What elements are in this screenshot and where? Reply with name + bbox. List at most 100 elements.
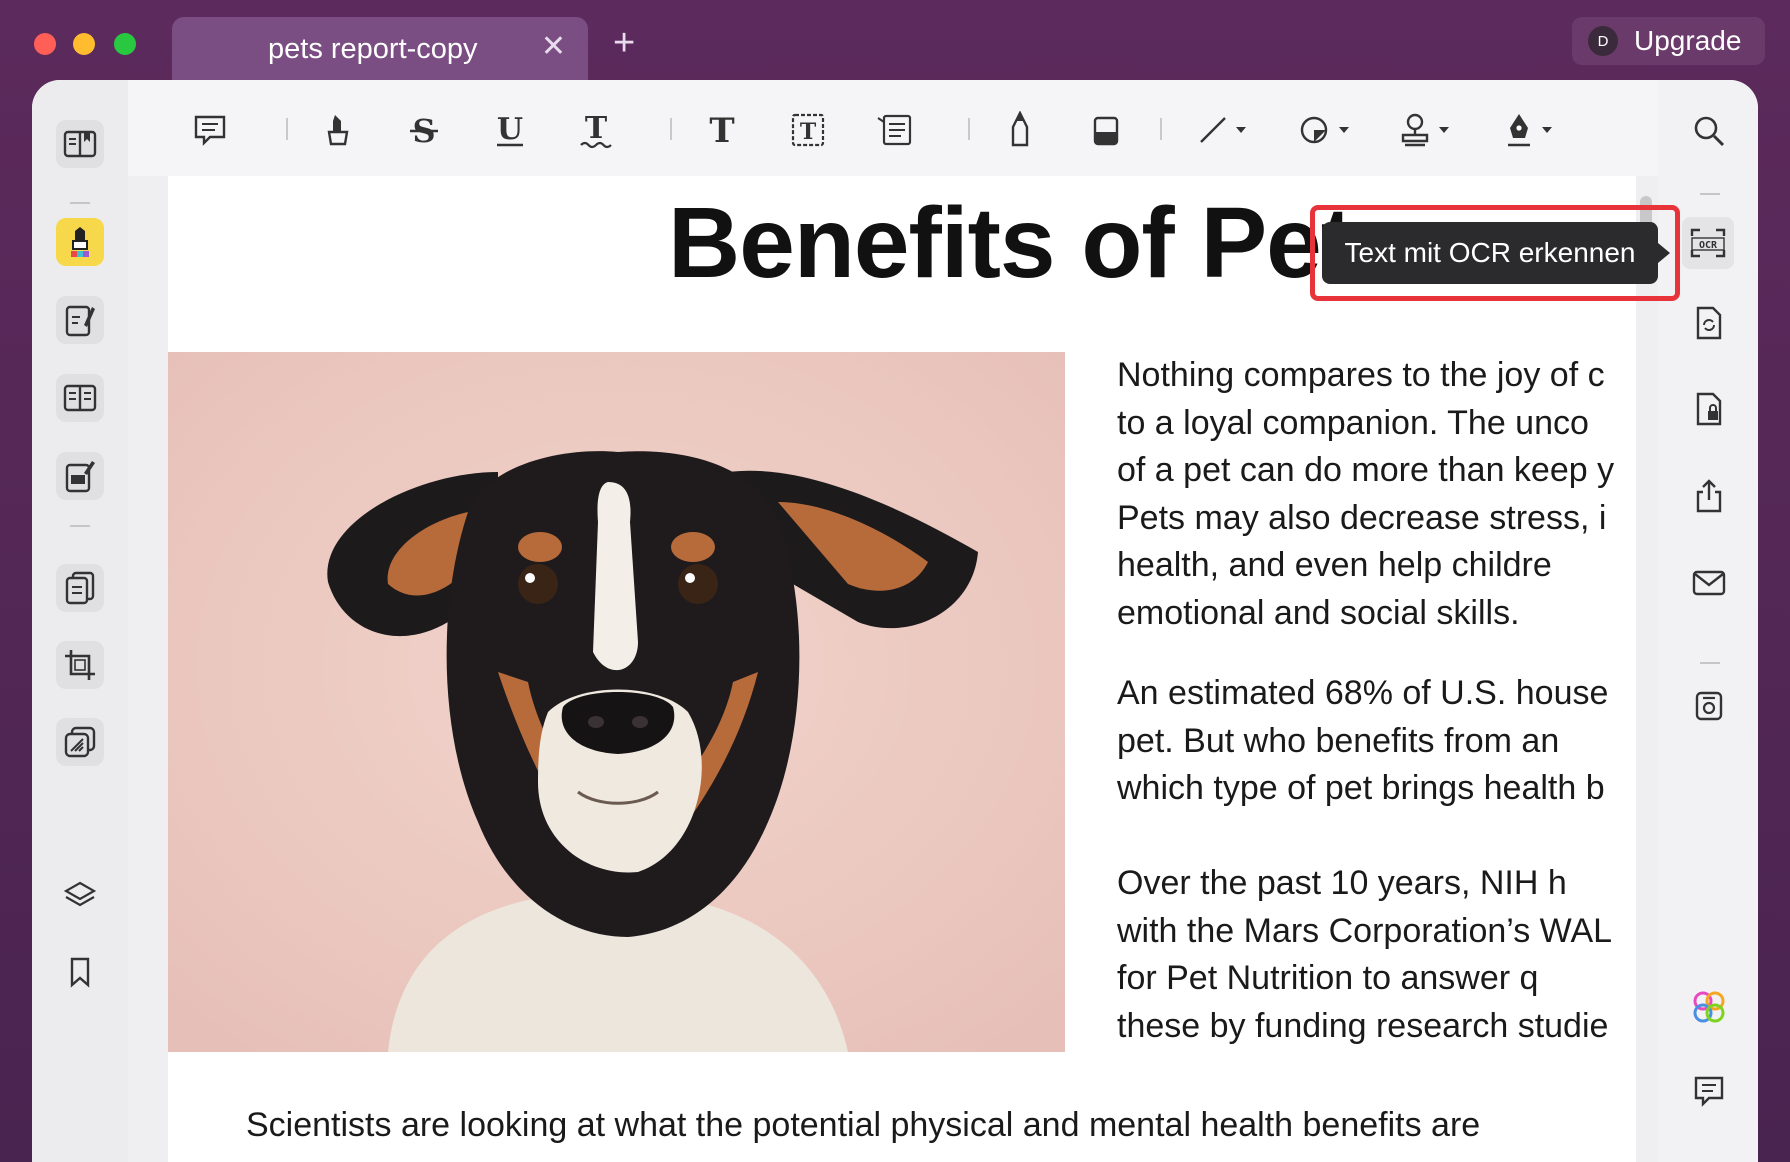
annotation-toolbar: S U T T T [128, 80, 1658, 176]
tools-button[interactable] [56, 718, 104, 766]
text-line: of a pet can do more than keep y [1117, 451, 1615, 490]
pencil-tool[interactable] [1000, 110, 1040, 150]
svg-text:OCR: OCR [1699, 240, 1718, 251]
stamp-icon [1401, 113, 1429, 147]
paragraph-2: An estimated 68% of U.S. house pet. But … [1117, 670, 1633, 813]
layers-icon [63, 881, 97, 907]
text-line: with the Mars Corporation’s WAL [1117, 911, 1613, 950]
batch-icon [64, 726, 96, 758]
tooltip-arrow [1658, 243, 1670, 263]
comment-list-icon [1694, 1076, 1724, 1107]
squiggly-underline-icon: T [580, 111, 612, 149]
ai-assistant-button[interactable] [1688, 986, 1730, 1028]
crop-button[interactable] [56, 641, 104, 689]
ocr-icon: OCR [1690, 228, 1726, 258]
eraser-tool[interactable] [1086, 110, 1126, 150]
title-bar: pets report-copy ✕ + D Upgrade [0, 0, 1790, 80]
reader-mode-button[interactable] [56, 120, 104, 168]
bookmark-icon [70, 957, 90, 988]
convert-button[interactable] [1688, 302, 1730, 344]
comment-tool[interactable] [190, 110, 230, 150]
upgrade-button[interactable]: D Upgrade [1572, 17, 1765, 65]
edit-pdf-button[interactable] [56, 296, 104, 344]
text-line: An estimated 68% of U.S. house [1117, 674, 1609, 712]
textbox-tool[interactable]: T [788, 110, 828, 150]
squiggly-tool[interactable]: T [576, 110, 616, 150]
line-icon [1200, 117, 1226, 143]
text-line: which type of pet brings health b [1117, 769, 1605, 808]
reader-icon [63, 130, 97, 158]
strikethrough-icon: S [410, 112, 438, 148]
svg-text:T: T [585, 111, 608, 146]
svg-text:T: T [800, 119, 817, 145]
paragraph-3: Over the past 10 years, NIH h with the M… [1117, 860, 1633, 1050]
share-button[interactable] [1688, 475, 1730, 517]
ocr-tooltip: Text mit OCR erkennen [1322, 222, 1658, 284]
pencil-icon [1011, 111, 1029, 147]
chevron-down-icon [1439, 127, 1449, 133]
svg-text:T: T [709, 112, 734, 148]
chevron-down-icon [1236, 127, 1246, 133]
shape-tool-dropdown[interactable] [1296, 110, 1352, 150]
highlight-tool[interactable] [318, 110, 358, 150]
highlighter-icon [327, 115, 349, 146]
paragraph-1: Nothing compares to the joy of c to a lo… [1117, 352, 1633, 638]
text-line: Pets may also decrease stress, i [1117, 498, 1607, 537]
document-viewport[interactable]: Benefits of Pets Nothing compares to the… [128, 176, 1658, 1162]
dog-image [168, 352, 1065, 1052]
stamp-tool-dropdown[interactable] [1394, 110, 1454, 150]
email-button[interactable] [1688, 562, 1730, 604]
shape-icon [1300, 116, 1328, 144]
callout-icon [877, 114, 912, 146]
tab-close-icon[interactable]: ✕ [541, 29, 566, 64]
eraser-icon [1093, 116, 1119, 146]
chevron-down-icon [1542, 127, 1552, 133]
document-tab[interactable]: pets report-copy ✕ [172, 17, 588, 80]
dog-photo[interactable] [168, 352, 1065, 1052]
layers-button[interactable] [56, 872, 104, 920]
form-icon [63, 384, 97, 412]
pages-icon [65, 571, 95, 605]
protect-button[interactable] [1688, 388, 1730, 430]
upgrade-label: Upgrade [1634, 25, 1742, 56]
comments-panel-button[interactable] [1688, 1070, 1730, 1112]
text-line: to a loyal companion. The unco [1117, 403, 1589, 442]
close-window-button[interactable] [34, 33, 56, 55]
share-icon [1696, 479, 1722, 513]
ocr-button[interactable]: OCR [1682, 217, 1734, 269]
textbox-icon: T [791, 113, 825, 147]
svg-text:U: U [497, 112, 523, 147]
text-line: emotional and social skills. [1117, 593, 1520, 632]
new-tab-button[interactable]: + [613, 24, 635, 62]
comment-mode-button[interactable] [56, 218, 104, 266]
highlighter-icon [71, 227, 89, 257]
lock-document-icon [1696, 392, 1722, 426]
pen-nib-icon [1508, 114, 1530, 147]
line-tool-dropdown[interactable] [1194, 110, 1250, 150]
sign-document-icon [65, 461, 95, 493]
paragraph-4: Scientists are looking at what the poten… [246, 1106, 1481, 1144]
text-tool[interactable]: T [702, 110, 742, 150]
signature-tool-dropdown[interactable] [1498, 110, 1558, 150]
text-line: Over the past 10 years, NIH h [1117, 864, 1567, 902]
fullscreen-window-button[interactable] [114, 33, 136, 55]
tab-title: pets report-copy [268, 33, 478, 65]
sign-button[interactable] [56, 452, 104, 500]
text-callout-tool[interactable] [874, 110, 914, 150]
minimize-window-button[interactable] [73, 33, 95, 55]
organize-pages-button[interactable] [56, 564, 104, 612]
form-button[interactable] [56, 374, 104, 422]
save-button[interactable] [1688, 685, 1730, 727]
pdf-page[interactable]: Benefits of Pets Nothing compares to the… [168, 176, 1636, 1162]
ai-assistant-icon [1693, 991, 1725, 1023]
underline-icon: U [497, 112, 523, 147]
avatar: D [1588, 26, 1618, 56]
strikethrough-tool[interactable]: S [404, 110, 444, 150]
bookmark-button[interactable] [56, 948, 104, 996]
document-title: Benefits of Pets [668, 187, 1409, 299]
crop-icon [65, 650, 95, 680]
underline-tool[interactable]: U [490, 110, 530, 150]
text-line: Nothing compares to the joy of c [1117, 356, 1605, 394]
text-line: pet. But who benefits from an [1117, 721, 1560, 760]
search-button[interactable] [1688, 110, 1730, 152]
